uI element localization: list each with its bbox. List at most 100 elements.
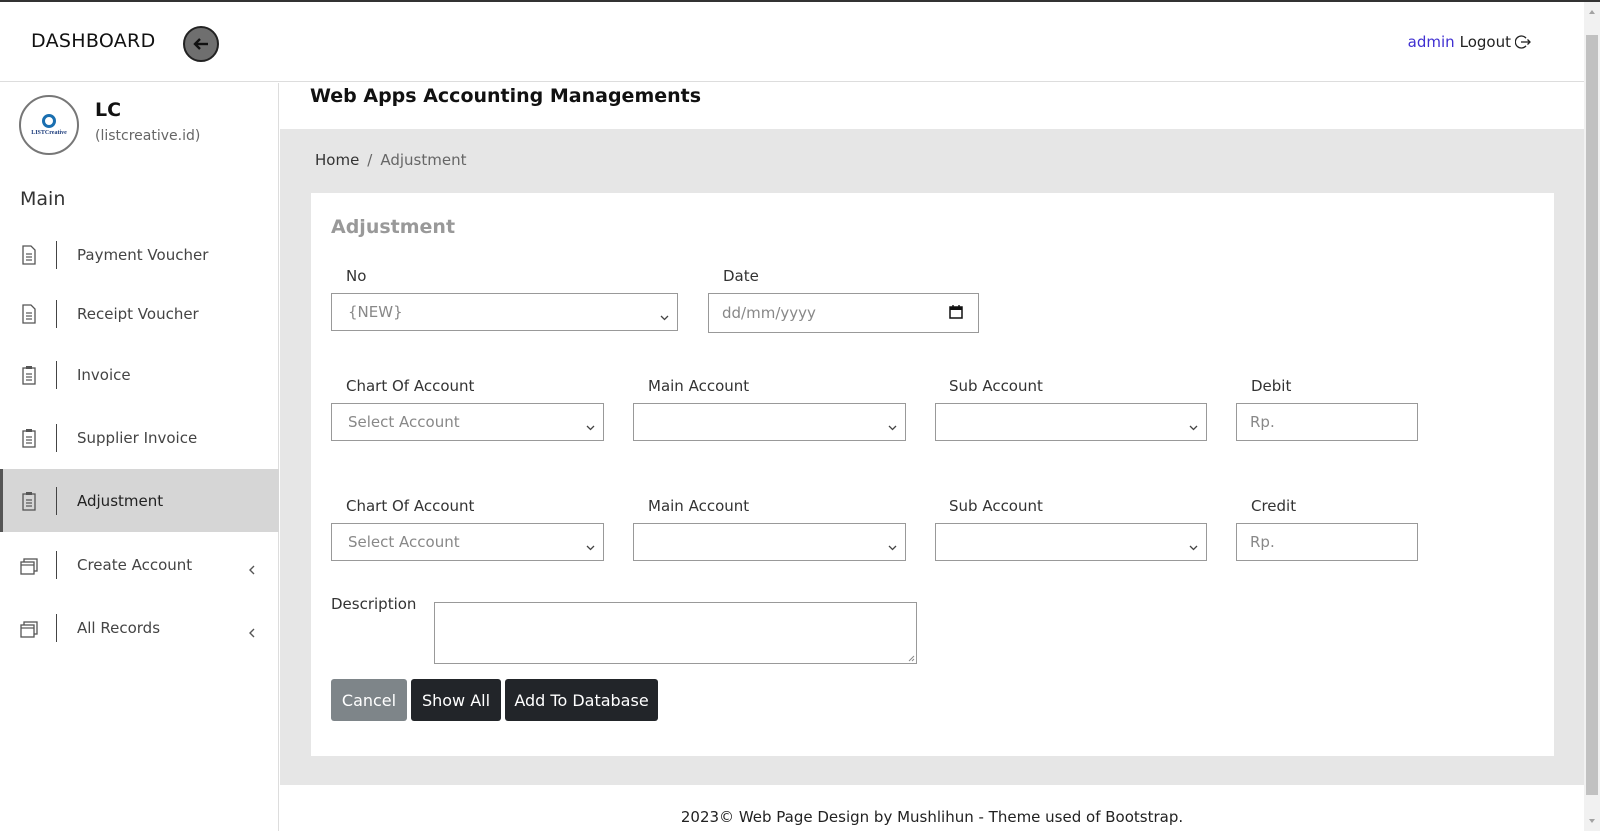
credit-coa-value: Select Account — [348, 533, 460, 551]
debit-amount-placeholder: Rp. — [1250, 413, 1275, 431]
sidebar-item-payment-voucher[interactable]: Payment Voucher — [0, 223, 279, 286]
credit-amount-input[interactable]: Rp. — [1236, 523, 1418, 561]
description-label: Description — [331, 595, 417, 613]
breadcrumb: Home / Adjustment — [315, 151, 466, 169]
credit-sub-account-label: Sub Account — [949, 497, 1043, 515]
chevron-down-icon — [888, 418, 897, 431]
credit-main-account-label: Main Account — [648, 497, 750, 515]
sidebar-item-label: Supplier Invoice — [77, 428, 198, 447]
chevron-down-icon — [1189, 418, 1198, 431]
sidebar-item-label: Receipt Voucher — [77, 304, 199, 323]
sidebar-section-title: Main — [20, 188, 66, 210]
footer: 2023© Web Page Design by Mushlihun - The… — [280, 785, 1584, 831]
nav-separator — [56, 486, 57, 515]
nav-separator — [56, 299, 57, 328]
sidebar-item-receipt-voucher[interactable]: Receipt Voucher — [0, 282, 279, 345]
arrow-left-icon — [193, 38, 208, 50]
sidebar-item-label: Invoice — [77, 365, 131, 384]
nav-separator — [56, 360, 57, 389]
credit-coa-select[interactable]: Select Account — [331, 523, 604, 561]
sidebar-item-adjustment[interactable]: Adjustment — [0, 469, 279, 532]
chevron-down-icon — [586, 418, 595, 431]
credit-amount-placeholder: Rp. — [1250, 533, 1275, 551]
top-header: DASHBOARD admin Logout — [0, 2, 1584, 82]
nav-separator — [56, 423, 57, 452]
sidebar-item-label: Adjustment — [77, 491, 164, 510]
clipboard-icon — [20, 491, 38, 511]
sidebar-item-all-records[interactable]: All Records — [0, 596, 279, 659]
nav-separator — [56, 613, 57, 642]
no-select-value: {NEW} — [348, 303, 403, 321]
debit-coa-value: Select Account — [348, 413, 460, 431]
profile-name: LC — [95, 99, 122, 121]
no-label: No — [346, 267, 367, 285]
credit-label: Credit — [1251, 497, 1297, 515]
sidebar-item-create-account[interactable]: Create Account — [0, 533, 279, 596]
debit-label: Debit — [1251, 377, 1292, 395]
credit-sub-account-select[interactable] — [935, 523, 1207, 561]
clipboard-icon — [20, 365, 38, 385]
brand-title: DASHBOARD — [31, 30, 156, 52]
date-label: Date — [723, 267, 759, 285]
debit-sub-account-select[interactable] — [935, 403, 1207, 441]
resize-grip-icon[interactable] — [907, 654, 915, 662]
sidebar-item-label: Payment Voucher — [77, 245, 209, 264]
breadcrumb-current: Adjustment — [380, 151, 467, 169]
credit-main-account-select[interactable] — [633, 523, 906, 561]
clipboard-icon — [20, 428, 38, 448]
logo-text: LISTCreative — [31, 130, 67, 136]
chevron-down-icon — [888, 538, 897, 551]
scroll-down-icon[interactable] — [1588, 817, 1596, 825]
debit-sub-account-label: Sub Account — [949, 377, 1043, 395]
add-to-database-button[interactable]: Add To Database — [505, 679, 658, 721]
user-area: admin Logout — [1408, 33, 1531, 51]
calendar-icon[interactable] — [948, 304, 964, 320]
scrollbar-thumb[interactable] — [1586, 35, 1598, 795]
no-select[interactable]: {NEW} — [331, 293, 678, 331]
logout-label: Logout — [1459, 33, 1511, 51]
chevron-down-icon — [586, 538, 595, 551]
form-title: Adjustment — [331, 216, 456, 238]
logout-button[interactable]: Logout — [1460, 33, 1531, 51]
debit-amount-input[interactable]: Rp. — [1236, 403, 1418, 441]
sidebar-item-invoice[interactable]: Invoice — [0, 343, 279, 406]
sidebar-item-label: Create Account — [77, 555, 193, 574]
credit-coa-label: Chart Of Account — [346, 497, 475, 515]
debit-main-account-select[interactable] — [633, 403, 906, 441]
debit-coa-select[interactable]: Select Account — [331, 403, 604, 441]
chevron-down-icon — [660, 308, 669, 321]
description-textarea[interactable] — [434, 602, 917, 664]
debit-main-account-label: Main Account — [648, 377, 750, 395]
profile-subtitle: (listcreative.id) — [95, 128, 201, 144]
nav-separator — [56, 240, 57, 269]
window-icon — [20, 555, 38, 575]
logo-icon — [42, 114, 56, 128]
breadcrumb-separator: / — [367, 151, 373, 169]
date-input[interactable]: dd/mm/yyyy — [708, 293, 979, 333]
scroll-up-icon[interactable] — [1588, 8, 1596, 16]
footer-text: 2023© Web Page Design by Mushlihun - The… — [680, 808, 1184, 826]
page-scrollbar[interactable] — [1584, 2, 1600, 831]
breadcrumb-home-link[interactable]: Home — [315, 151, 359, 169]
debit-coa-label: Chart Of Account — [346, 377, 475, 395]
sidebar-toggle-button[interactable] — [183, 26, 219, 62]
chevron-down-icon — [1189, 538, 1198, 551]
adjustment-form-card: Adjustment No {NEW} Date dd/mm/yyyy Char… — [311, 193, 1554, 756]
avatar: LISTCreative — [19, 95, 79, 155]
sidebar-item-supplier-invoice[interactable]: Supplier Invoice — [0, 406, 279, 469]
window-icon — [20, 618, 38, 638]
user-name-link[interactable]: admin — [1408, 33, 1455, 51]
show-all-button[interactable]: Show All — [411, 679, 501, 721]
date-placeholder: dd/mm/yyyy — [722, 304, 816, 322]
page-title: Web Apps Accounting Managements — [310, 85, 702, 107]
sidebar-item-label: All Records — [77, 618, 161, 637]
cancel-button[interactable]: Cancel — [331, 679, 407, 721]
chevron-left-icon[interactable] — [247, 560, 257, 574]
nav-separator — [56, 550, 57, 579]
document-icon — [20, 244, 38, 265]
chevron-left-icon[interactable] — [247, 623, 257, 637]
main-content: Web Apps Accounting Managements Home / A… — [280, 83, 1584, 831]
document-icon — [20, 303, 38, 324]
logout-icon — [1515, 35, 1531, 49]
sidebar: LISTCreative LC (listcreative.id) Main P… — [0, 83, 279, 831]
